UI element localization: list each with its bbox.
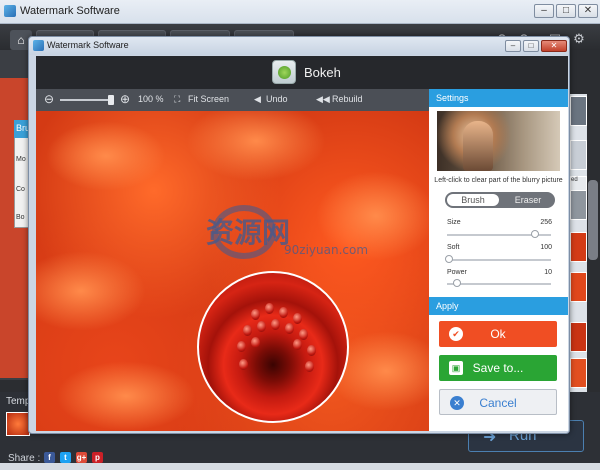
dialog-header-title: Bokeh xyxy=(304,65,341,80)
thumbnail[interactable] xyxy=(570,232,587,262)
undo-button[interactable]: Undo xyxy=(266,94,288,104)
bokeh-icon xyxy=(272,60,296,84)
size-slider-knob[interactable] xyxy=(531,230,539,238)
flower-seed xyxy=(251,309,260,320)
bokeh-blob xyxy=(186,111,326,181)
watermark-text: 资源网 xyxy=(206,216,291,249)
rebuild-button[interactable]: Rebuild xyxy=(332,94,363,104)
brush-focus-circle[interactable] xyxy=(197,271,349,423)
save-to-button[interactable]: ▣ Save to... xyxy=(439,355,557,381)
brush-option[interactable]: Brush xyxy=(447,194,499,206)
flower-seed xyxy=(305,361,314,372)
power-slider[interactable] xyxy=(447,283,551,285)
facebook-icon[interactable]: f xyxy=(44,452,55,463)
thumbnail[interactable] xyxy=(570,140,587,170)
outer-window-title: Watermark Software xyxy=(20,5,120,17)
settings-panel: Settings Left-click to clear part of the… xyxy=(429,89,568,431)
app-icon xyxy=(4,5,16,17)
dialog-app-icon xyxy=(33,40,44,51)
apply-header: Apply xyxy=(429,297,568,315)
save-icon: ▣ xyxy=(449,361,463,375)
image-toolbar: ⊖ ⊕ 100 % ⛶ Fit Screen ◀ Undo ◀◀ Rebuild xyxy=(36,89,429,111)
google-plus-icon[interactable]: g+ xyxy=(76,452,87,463)
preview-image xyxy=(437,111,560,171)
save-label: Save to... xyxy=(472,361,524,375)
outer-scrollbar[interactable] xyxy=(588,180,598,260)
zoom-value: 100 % xyxy=(138,94,164,104)
templates-label: Temp xyxy=(6,396,31,407)
cancel-button[interactable]: ✕ Cancel xyxy=(439,389,557,415)
dialog-titlebar: Watermark Software – □ ✕ xyxy=(29,37,569,55)
zoom-in-icon[interactable]: ⊕ xyxy=(120,92,130,106)
image-canvas[interactable]: 资源网 90ziyuan.com xyxy=(36,111,429,431)
template-thumbnail[interactable] xyxy=(6,412,30,436)
flower-seed xyxy=(293,313,302,324)
outer-close-button[interactable]: ✕ xyxy=(578,4,598,18)
cancel-label: Cancel xyxy=(479,396,517,410)
outer-status-bar xyxy=(0,463,600,470)
thumbnail-label: ed xyxy=(571,177,578,183)
settings-icon[interactable]: ⚙ xyxy=(568,28,590,50)
thumbnail[interactable] xyxy=(570,190,587,220)
outer-maximize-button[interactable]: □ xyxy=(556,4,576,18)
flower-seed xyxy=(307,345,316,356)
thumbnail[interactable] xyxy=(570,358,587,388)
size-label: Size xyxy=(447,219,461,226)
power-value: 10 xyxy=(544,269,552,276)
bokeh-blob xyxy=(56,361,196,431)
zoom-slider[interactable] xyxy=(60,99,114,101)
zoom-out-icon[interactable]: ⊖ xyxy=(44,92,54,106)
zoom-slider-knob[interactable] xyxy=(108,95,115,105)
pinterest-icon[interactable]: p xyxy=(92,452,103,463)
brush-eraser-toggle[interactable]: Brush Eraser xyxy=(445,192,555,208)
power-slider-knob[interactable] xyxy=(453,279,461,287)
flower-seed xyxy=(239,359,248,370)
rebuild-arrow-icon[interactable]: ◀◀ xyxy=(316,94,330,105)
bokeh-dialog: Watermark Software – □ ✕ Bokeh ⊖ ⊕ 100 %… xyxy=(28,36,570,434)
dialog-title: Watermark Software xyxy=(47,40,129,50)
flower-seed xyxy=(293,339,302,350)
fit-screen-icon[interactable]: ⛶ xyxy=(174,94,180,105)
settings-hint: Left-click to clear part of the blurry p… xyxy=(434,177,563,184)
check-icon: ✔ xyxy=(449,327,463,341)
outer-titlebar: Watermark Software – □ ✕ xyxy=(0,0,600,24)
dialog-maximize-button[interactable]: □ xyxy=(523,40,539,52)
eraser-option[interactable]: Eraser xyxy=(503,194,553,206)
twitter-icon[interactable]: t xyxy=(60,452,71,463)
flower-seed xyxy=(285,323,294,334)
flower-seed xyxy=(257,321,266,332)
power-label: Power xyxy=(447,269,467,276)
flower-seed xyxy=(243,325,252,336)
flower-seed xyxy=(251,337,260,348)
ok-button[interactable]: ✔ Ok xyxy=(439,321,557,347)
soft-slider[interactable] xyxy=(447,259,551,261)
soft-value: 100 xyxy=(540,244,552,251)
cancel-icon: ✕ xyxy=(450,396,464,410)
dialog-close-button[interactable]: ✕ xyxy=(541,40,567,52)
dialog-minimize-button[interactable]: – xyxy=(505,40,521,52)
flower-seed xyxy=(271,319,280,330)
soft-slider-knob[interactable] xyxy=(445,255,453,263)
dialog-header: Bokeh xyxy=(36,56,568,89)
undo-arrow-icon[interactable]: ◀ xyxy=(254,94,261,105)
soft-label: Soft xyxy=(447,244,460,251)
outer-minimize-button[interactable]: – xyxy=(534,4,554,18)
flower-seed xyxy=(279,307,288,318)
watermark-url: 90ziyuan.com xyxy=(284,243,369,257)
flower-seed xyxy=(237,341,246,352)
thumbnail[interactable] xyxy=(570,96,587,126)
flower-seed xyxy=(299,329,308,340)
settings-header: Settings xyxy=(429,89,568,107)
thumbnail[interactable] xyxy=(570,322,587,352)
size-value: 256 xyxy=(540,219,552,226)
ok-label: Ok xyxy=(490,327,506,341)
flower-seed xyxy=(265,303,274,314)
thumbnail[interactable] xyxy=(570,272,587,302)
fit-screen-button[interactable]: Fit Screen xyxy=(188,94,229,104)
bokeh-blob xyxy=(46,121,166,191)
bokeh-blob xyxy=(36,251,146,331)
